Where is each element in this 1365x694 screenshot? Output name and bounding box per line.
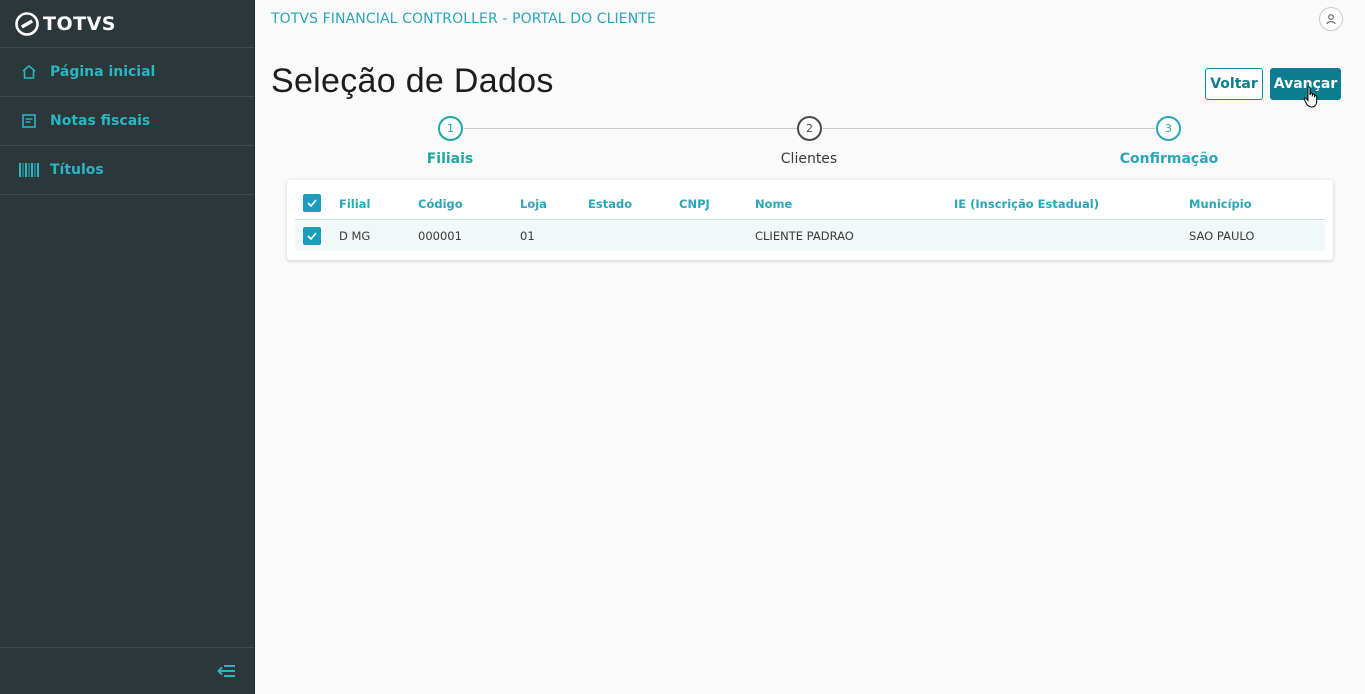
table-row[interactable]: D MG 000001 01 CLIENTE PADRAO SAO PAULO [295, 221, 1325, 251]
column-header-codigo[interactable]: Código [418, 188, 463, 219]
stepper-connector [823, 128, 1156, 129]
app-title: TOTVS FINANCIAL CONTROLLER - PORTAL DO C… [271, 11, 656, 27]
table-header: Filial Código Loja Estado CNPJ Nome IE (… [295, 188, 1325, 220]
document-icon [19, 111, 39, 131]
column-header-estado[interactable]: Estado [588, 188, 632, 219]
user-avatar[interactable] [1319, 7, 1343, 31]
row-checkbox[interactable] [303, 227, 321, 245]
data-table: Filial Código Loja Estado CNPJ Nome IE (… [287, 180, 1333, 260]
step-1-circle[interactable]: 1 [438, 116, 463, 141]
check-icon [307, 232, 317, 240]
column-header-nome[interactable]: Nome [755, 188, 792, 219]
totvs-logo-icon [15, 11, 39, 36]
home-icon [19, 62, 39, 82]
page-title: Seleção de Dados [271, 62, 554, 100]
back-button[interactable]: Voltar [1205, 68, 1263, 100]
brand-name: TOTVS [43, 12, 116, 35]
cell-filial: D MG [339, 229, 371, 243]
column-header-ie[interactable]: IE (Inscrição Estadual) [954, 188, 1099, 219]
barcode-icon [19, 160, 39, 180]
sidebar-item-notas-fiscais[interactable]: Notas fiscais [0, 97, 254, 146]
sidebar-item-label: Página inicial [50, 64, 156, 80]
step-3-label[interactable]: Confirmação [1099, 151, 1239, 167]
logo[interactable]: TOTVS [0, 0, 254, 48]
cell-municipio: SAO PAULO [1189, 229, 1255, 243]
step-2-label[interactable]: Clientes [739, 151, 879, 167]
sidebar-item-titulos[interactable]: Títulos [0, 146, 254, 195]
collapse-menu-icon[interactable] [216, 662, 236, 680]
column-header-municipio[interactable]: Município [1189, 188, 1252, 219]
stepper-connector [464, 128, 798, 129]
main-content: TOTVS FINANCIAL CONTROLLER - PORTAL DO C… [255, 0, 1365, 694]
user-icon [1326, 14, 1336, 25]
next-button[interactable]: Avançar [1270, 68, 1341, 100]
sidebar-item-pagina-inicial[interactable]: Página inicial [0, 48, 254, 97]
step-2-circle[interactable]: 2 [797, 116, 822, 141]
select-all-checkbox[interactable] [303, 194, 321, 212]
cell-codigo: 000001 [418, 229, 462, 243]
sidebar-item-label: Títulos [50, 162, 104, 178]
step-3-circle[interactable]: 3 [1156, 116, 1181, 141]
step-1-label[interactable]: Filiais [380, 151, 520, 167]
column-header-filial[interactable]: Filial [339, 188, 370, 219]
column-header-cnpj[interactable]: CNPJ [679, 188, 710, 219]
sidebar-footer [0, 647, 254, 694]
column-header-loja[interactable]: Loja [520, 188, 547, 219]
cell-nome: CLIENTE PADRAO [755, 229, 854, 243]
sidebar-item-label: Notas fiscais [50, 113, 151, 129]
sidebar: TOTVS Página inicial Notas fiscais Títul… [0, 0, 255, 694]
cell-loja: 01 [520, 229, 535, 243]
check-icon [307, 199, 317, 207]
